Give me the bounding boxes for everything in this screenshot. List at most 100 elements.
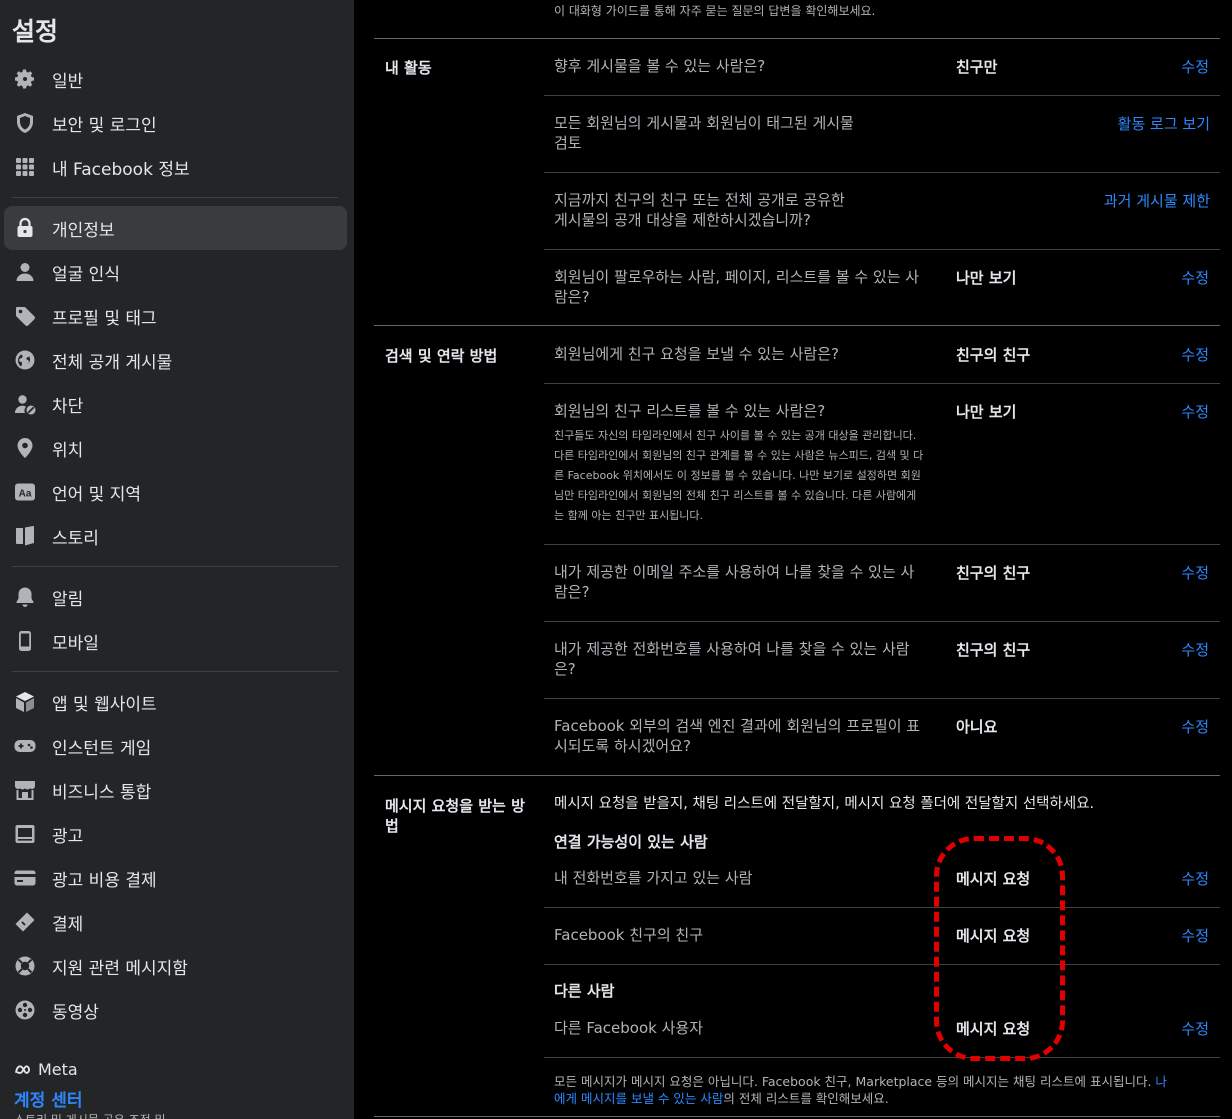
setting-value: 친구의 친구 xyxy=(956,641,1031,659)
setting-question: 람은? xyxy=(554,288,590,306)
globe-icon xyxy=(12,347,38,373)
bell-icon xyxy=(12,584,38,610)
location-pin-icon xyxy=(12,435,38,461)
sidebar-item-your-info[interactable]: 내 Facebook 정보 xyxy=(4,145,347,189)
sidebar-item-general[interactable]: 일반 xyxy=(4,57,347,101)
setting-question: 향후 게시물을 볼 수 있는 사람은? xyxy=(554,57,766,75)
block-user-icon xyxy=(12,391,38,417)
sidebar-item-label: 내 Facebook 정보 xyxy=(52,159,190,180)
section-label-find-contact: 검색 및 연락 방법 xyxy=(385,347,498,365)
section-label-message-requests: 메시지 요청을 받는 방 xyxy=(385,797,525,815)
setting-question: 내 전화번호를 가지고 있는 사람 xyxy=(554,869,753,887)
payment-tag-icon xyxy=(12,909,38,935)
sidebar-item-privacy[interactable]: 개인정보 xyxy=(4,206,347,250)
edit-button[interactable]: 수정 xyxy=(1149,716,1209,737)
meta-logo: Meta xyxy=(14,1060,78,1079)
tag-icon xyxy=(12,303,38,329)
edit-button[interactable]: 수정 xyxy=(1149,267,1209,288)
sidebar-item-ads-payments[interactable]: 광고 비용 결제 xyxy=(4,856,347,900)
sidebar-item-location[interactable]: 위치 xyxy=(4,426,347,470)
sidebar-item-mobile[interactable]: 모바일 xyxy=(4,619,347,663)
setting-value: 친구의 친구 xyxy=(956,564,1031,582)
sidebar-item-language-region[interactable]: Aa 언어 및 지역 xyxy=(4,470,347,514)
sidebar-item-label: 모바일 xyxy=(52,633,99,654)
sidebar-item-label: 광고 xyxy=(52,826,84,847)
sidebar-item-apps-websites[interactable]: 앱 및 웹사이트 xyxy=(4,680,347,724)
setting-question: 시되도록 하시겠어요? xyxy=(554,737,691,755)
setting-question: 게시물의 공개 대상을 제한하시겠습니까? xyxy=(554,211,811,229)
sidebar-item-label: 비즈니스 통합 xyxy=(52,782,152,803)
message-requests-intro: 메시지 요청을 받을지, 채팅 리스트에 전달할지, 메시지 요청 폴더에 전달… xyxy=(554,796,1095,812)
edit-button[interactable]: 수정 xyxy=(1149,56,1209,77)
cube-icon xyxy=(12,689,38,715)
divider xyxy=(12,197,338,198)
meta-infinity-icon xyxy=(15,1064,30,1074)
sidebar-item-ads[interactable]: 광고 xyxy=(4,812,347,856)
gear-icon xyxy=(12,66,38,92)
setting-description: 는 함께 아는 친구만 표시됩니다. xyxy=(554,509,704,522)
edit-button[interactable]: 수정 xyxy=(1149,868,1209,889)
row-divider xyxy=(544,172,1220,173)
grid-icon xyxy=(12,154,38,180)
store-icon xyxy=(12,777,38,803)
sidebar-item-label: 광고 비용 결제 xyxy=(52,870,157,891)
setting-value: 나만 보기 xyxy=(956,403,1017,421)
sidebar-item-label: 결제 xyxy=(52,914,84,935)
edit-button[interactable]: 수정 xyxy=(1149,1018,1209,1039)
setting-question: 다른 Facebook 사용자 xyxy=(554,1019,704,1037)
edit-button[interactable]: 수정 xyxy=(1149,562,1209,583)
view-activity-log-link[interactable]: 활동 로그 보기 xyxy=(1118,113,1210,134)
sidebar-item-security[interactable]: 보안 및 로그인 xyxy=(4,101,347,145)
footer-link-start[interactable]: 나 xyxy=(1155,1074,1167,1089)
edit-button[interactable]: 수정 xyxy=(1149,925,1209,946)
sidebar-title: 설정 xyxy=(12,17,59,46)
sidebar-item-blocking[interactable]: 차단 xyxy=(4,382,347,426)
sidebar-item-profile-tagging[interactable]: 프로필 및 태그 xyxy=(4,294,347,338)
sidebar-item-notifications[interactable]: 알림 xyxy=(4,575,347,619)
row-divider xyxy=(544,95,1220,96)
divider xyxy=(12,671,338,672)
section-divider xyxy=(374,38,1220,39)
account-center-link[interactable]: 계정 센터 xyxy=(14,1086,82,1111)
who-can-message-link[interactable]: 에게 메시지를 보낼 수 있는 사람 xyxy=(554,1091,723,1106)
sidebar-item-face-recognition[interactable]: 얼굴 인식 xyxy=(4,250,347,294)
settings-sidebar: 설정 일반 보안 및 로그인 내 Facebook 정보 개인정보 얼굴 인식 … xyxy=(0,0,354,1119)
sidebar-item-stories[interactable]: 스토리 xyxy=(4,514,347,558)
setting-question: 회원님이 팔로우하는 사람, 페이지, 리스트를 볼 수 있는 사 xyxy=(554,268,920,286)
sidebar-item-label: 전체 공개 게시물 xyxy=(52,352,173,373)
row-divider xyxy=(544,544,1220,545)
row-divider xyxy=(544,964,1220,965)
sidebar-item-label: 인스턴트 게임 xyxy=(52,738,152,759)
sidebar-item-business-integrations[interactable]: 비즈니스 통합 xyxy=(4,768,347,812)
setting-question: 람은? xyxy=(554,583,590,601)
limit-past-posts-link[interactable]: 과거 게시물 제한 xyxy=(1104,190,1210,211)
setting-value: 아니요 xyxy=(956,718,998,736)
sidebar-item-support-inbox[interactable]: 지원 관련 메시지함 xyxy=(4,944,347,988)
shield-icon xyxy=(12,110,38,136)
group-heading-other-people: 다른 사람 xyxy=(554,982,615,1000)
section-divider xyxy=(374,775,1220,776)
edit-button[interactable]: 수정 xyxy=(1149,639,1209,660)
edit-button[interactable]: 수정 xyxy=(1149,401,1209,422)
account-center-description: 스토리 및 게시물 공유 조정 및 ... xyxy=(14,1111,181,1119)
sidebar-item-videos[interactable]: 동영상 xyxy=(4,988,347,1032)
setting-question: 은? xyxy=(554,660,576,678)
top-hint: 이 대화형 가이드를 통해 자주 묻는 질문의 답변을 확인해보세요. xyxy=(554,4,876,18)
ad-icon xyxy=(12,821,38,847)
sidebar-item-label: 차단 xyxy=(52,396,84,417)
footer-text: 의 전체 리스트를 확인해보세요. xyxy=(723,1091,889,1106)
setting-value: 메시지 요청 xyxy=(956,927,1031,945)
setting-question: 회원님의 친구 리스트를 볼 수 있는 사람은? xyxy=(554,402,826,420)
sidebar-item-label: 언어 및 지역 xyxy=(52,484,142,505)
sidebar-item-instant-games[interactable]: 인스턴트 게임 xyxy=(4,724,347,768)
sidebar-item-payments[interactable]: 결제 xyxy=(4,900,347,944)
setting-description: 른 Facebook 위치에서도 이 정보를 볼 수 있습니다. 나만 보기로 … xyxy=(554,469,921,482)
section-divider xyxy=(374,325,1220,326)
film-reel-icon xyxy=(12,997,38,1023)
sidebar-item-label: 보안 및 로그인 xyxy=(52,115,157,136)
lifebuoy-icon xyxy=(12,953,38,979)
setting-description: 다른 타임라인에서 회원님의 친구 관계를 볼 수 있는 사람은 뉴스피드, 검… xyxy=(554,449,924,462)
edit-button[interactable]: 수정 xyxy=(1149,344,1209,365)
book-icon xyxy=(12,523,38,549)
sidebar-item-public-posts[interactable]: 전체 공개 게시물 xyxy=(4,338,347,382)
